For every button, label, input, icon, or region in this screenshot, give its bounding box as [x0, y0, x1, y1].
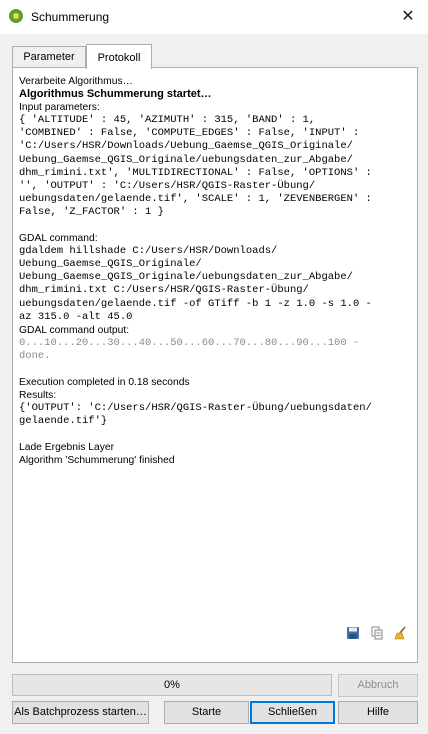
- title-bar: Schummerung ✕: [0, 0, 428, 34]
- tab-log[interactable]: Protokoll: [86, 44, 152, 69]
- run-as-batch-button[interactable]: Als Batchprozess starten…: [12, 701, 149, 724]
- log-line: GDAL command output:: [19, 324, 130, 336]
- log-line: False, 'Z_FACTOR' : 1 }: [19, 205, 164, 218]
- qgis-logo-icon: [9, 9, 23, 23]
- log-spacer: [19, 219, 411, 232]
- cancel-button[interactable]: Abbruch: [338, 674, 418, 697]
- save-icon[interactable]: [346, 626, 360, 640]
- log-line: Uebung_Gaemse_QGIS_Originale/uebungsdate…: [19, 153, 353, 166]
- copy-icon[interactable]: [370, 626, 384, 640]
- log-line: dhm_rimini.txt C:/Users/HSR/QGIS-Raster-…: [19, 284, 309, 297]
- log-line: done.: [19, 349, 51, 362]
- log-line: Algorithmus Schummerung startet…: [19, 88, 212, 101]
- log-line: Verarbeite Algorithmus…: [19, 76, 133, 87]
- run-button[interactable]: Starte: [164, 701, 249, 724]
- window-title: Schummerung: [31, 10, 110, 24]
- log-line: az 315.0 -alt 45.0: [19, 310, 133, 323]
- log-line: Input parameters:: [19, 102, 100, 114]
- log-line: '', 'OUTPUT' : 'C:/Users/HSR/QGIS-Raster…: [19, 179, 316, 192]
- log-line: uebungsdaten/gelaende.tif', 'SCALE' : 1,…: [19, 192, 372, 205]
- log-panel: Verarbeite Algorithmus… Algorithmus Schum…: [12, 67, 418, 663]
- progress-label: 0%: [164, 679, 180, 691]
- log-line: Results:: [19, 390, 57, 402]
- log-spacer: [19, 428, 411, 441]
- help-button[interactable]: Hilfe: [338, 701, 418, 724]
- log-text: Verarbeite Algorithmus… Algorithmus Schum…: [19, 75, 411, 468]
- log-spacer: [19, 363, 411, 376]
- log-line: dhm_rimini.txt', 'MULTIDIRECTIONAL' : Fa…: [19, 166, 372, 179]
- log-line: {'OUTPUT': 'C:/Users/HSR/QGIS-Raster-Übu…: [19, 402, 372, 415]
- log-line: 0...10...20...30...40...50...60...70...8…: [19, 336, 360, 349]
- log-line: 'COMBINED' : False, 'COMPUTE_EDGES' : Fa…: [19, 127, 360, 140]
- tab-parameters[interactable]: Parameter: [12, 46, 86, 68]
- log-line: Uebung_Gaemse_QGIS_Originale/: [19, 258, 202, 271]
- log-line: 'C:/Users/HSR/Downloads/Uebung_Gaemse_QG…: [19, 140, 353, 153]
- log-line: Uebung_Gaemse_QGIS_Originale/uebungsdate…: [19, 271, 353, 284]
- log-line: { 'ALTITUDE' : 45, 'AZIMUTH' : 315, 'BAN…: [19, 114, 316, 127]
- log-line: uebungsdaten/gelaende.tif -of GTiff -b 1…: [19, 297, 372, 310]
- log-line: Execution completed in 0.18 seconds: [19, 376, 190, 388]
- close-window-button[interactable]: ✕: [388, 0, 428, 34]
- log-line: gelaende.tif'}: [19, 415, 108, 428]
- clear-broom-icon[interactable]: [394, 626, 408, 640]
- log-line: gdaldem hillshade C:/Users/HSR/Downloads…: [19, 245, 278, 258]
- close-button[interactable]: Schließen: [250, 701, 335, 724]
- log-line: Lade Ergebnis Layer: [19, 442, 115, 454]
- log-line: Algorithm 'Schummerung' finished: [19, 455, 175, 467]
- log-line: GDAL command:: [19, 233, 98, 245]
- progress-bar: 0%: [12, 674, 332, 696]
